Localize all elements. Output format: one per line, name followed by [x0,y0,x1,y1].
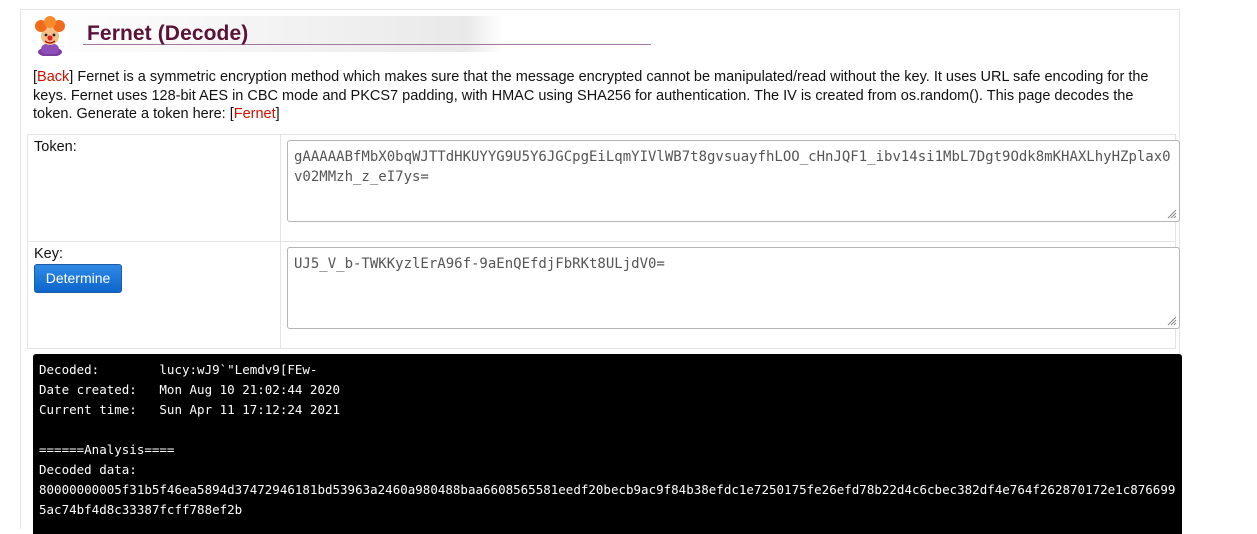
token-label: Token: [34,139,77,155]
key-label: Key: [34,246,64,262]
decoded-data-hex: 80000000005f31b5f46ea5894d37472946181bd5… [39,482,1176,517]
token-row: Token: gAAAAABfMbX0bqWJTTdHKUYYG9U5Y6JGC… [27,135,1180,242]
decoded-line: Decoded: lucy:wJ9`"Lemdv9[FEw- [39,362,318,377]
token-value: gAAAAABfMbX0bqWJTTdHKUYYG9U5Y6JGCpgEiLqm… [294,149,1171,185]
back-link[interactable]: Back [37,69,69,85]
token-input[interactable]: gAAAAABfMbX0bqWJTTdHKUYYG9U5Y6JGCpgEiLqm… [287,140,1180,222]
intro-paragraph: [Back] Fernet is a symmetric encryption … [33,69,1149,122]
decode-output-panel: Decoded: lucy:wJ9`"Lemdv9[FEw- Date crea… [33,354,1182,534]
fernet-link[interactable]: Fernet [234,106,276,122]
key-row: Key: Determine UJ5_V_b-TWKKyzlErA96f-9aE… [27,242,1180,349]
token-label-cell: Token: [27,135,281,241]
decoded-data-label: Decoded data: [39,462,137,477]
resize-grip-icon[interactable] [1167,209,1177,219]
date-created-line: Date created: Mon Aug 10 21:02:44 2020 [39,382,341,397]
key-value: UJ5_V_b-TWKKyzlErA96f-9aEnQEfdjFbRKt8ULj… [294,256,665,272]
analysis-header: ======Analysis==== [39,442,175,457]
decode-form: Token: gAAAAABfMbX0bqWJTTdHKUYYG9U5Y6JGC… [27,134,1180,349]
determine-button[interactable]: Determine [34,264,122,293]
page-container: Fernet (Decode) [Back] Fernet is a symme… [20,9,1182,534]
resize-grip-icon[interactable] [1167,316,1177,326]
key-label-cell: Key: Determine [27,242,281,348]
intro-description: Fernet is a symmetric encryption method … [33,69,1149,122]
key-input[interactable]: UJ5_V_b-TWKKyzlErA96f-9aEnQEfdjFbRKt8ULj… [287,247,1180,329]
current-time-line: Current time: Sun Apr 11 17:12:24 2021 [39,402,341,417]
clown-avatar-icon [33,16,67,57]
page-title: Fernet (Decode) [87,22,249,45]
